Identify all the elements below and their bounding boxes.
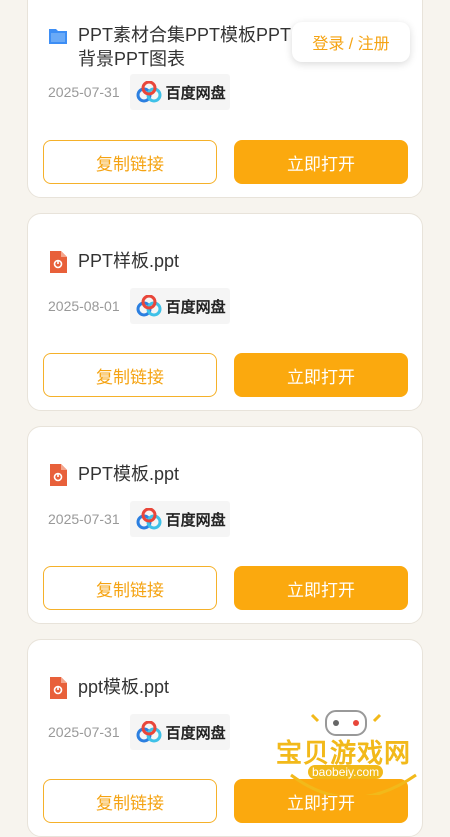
login-register-button[interactable]: 登录 / 注册 [292, 22, 410, 62]
open-now-button[interactable]: 立即打开 [234, 566, 408, 610]
file-date: 2025-07-31 [48, 84, 120, 100]
baidu-netdisk-icon [136, 721, 162, 743]
storage-badge: 百度网盘 [129, 714, 230, 750]
file-card[interactable]: PPT样板.ppt 2025-08-01 百度网盘 复制链接 立即打开 [27, 213, 423, 411]
file-date: 2025-07-31 [48, 511, 120, 527]
watermark-url: baobeiy.com [308, 765, 384, 779]
open-now-button[interactable]: 立即打开 [234, 353, 408, 397]
file-date: 2025-07-31 [48, 724, 120, 740]
open-now-button[interactable]: 立即打开 [234, 140, 408, 184]
file-title: PPT样板.ppt [78, 251, 180, 271]
baidu-netdisk-icon [136, 508, 162, 530]
copy-link-button[interactable]: 复制链接 [43, 353, 217, 397]
ppt-file-icon [50, 251, 67, 273]
copy-link-button[interactable]: 复制链接 [43, 140, 217, 184]
file-title: ppt模板.ppt [78, 677, 170, 697]
storage-badge: 百度网盘 [129, 501, 230, 537]
copy-link-button[interactable]: 复制链接 [43, 566, 217, 610]
baidu-netdisk-icon [136, 295, 162, 317]
storage-name: 百度网盘 [165, 511, 226, 529]
storage-badge: 百度网盘 [129, 74, 230, 110]
ppt-file-icon [50, 677, 67, 699]
storage-badge: 百度网盘 [129, 288, 230, 324]
file-date: 2025-08-01 [48, 298, 120, 314]
copy-link-button[interactable]: 复制链接 [43, 779, 217, 823]
storage-name: 百度网盘 [165, 724, 226, 742]
folder-icon [49, 29, 67, 44]
ppt-file-icon [50, 464, 67, 486]
file-card[interactable]: PPT模板.ppt 2025-07-31 百度网盘 复制链接 立即打开 [27, 426, 423, 624]
storage-name: 百度网盘 [165, 298, 226, 316]
baidu-netdisk-icon [136, 81, 162, 103]
site-watermark: 宝贝游戏网 baobeiy.com [276, 705, 426, 795]
file-title: PPT模板.ppt [78, 464, 180, 484]
storage-name: 百度网盘 [165, 84, 226, 102]
file-title: PPT素材合集PPT模板PPT背景PPT图表 [78, 25, 292, 69]
